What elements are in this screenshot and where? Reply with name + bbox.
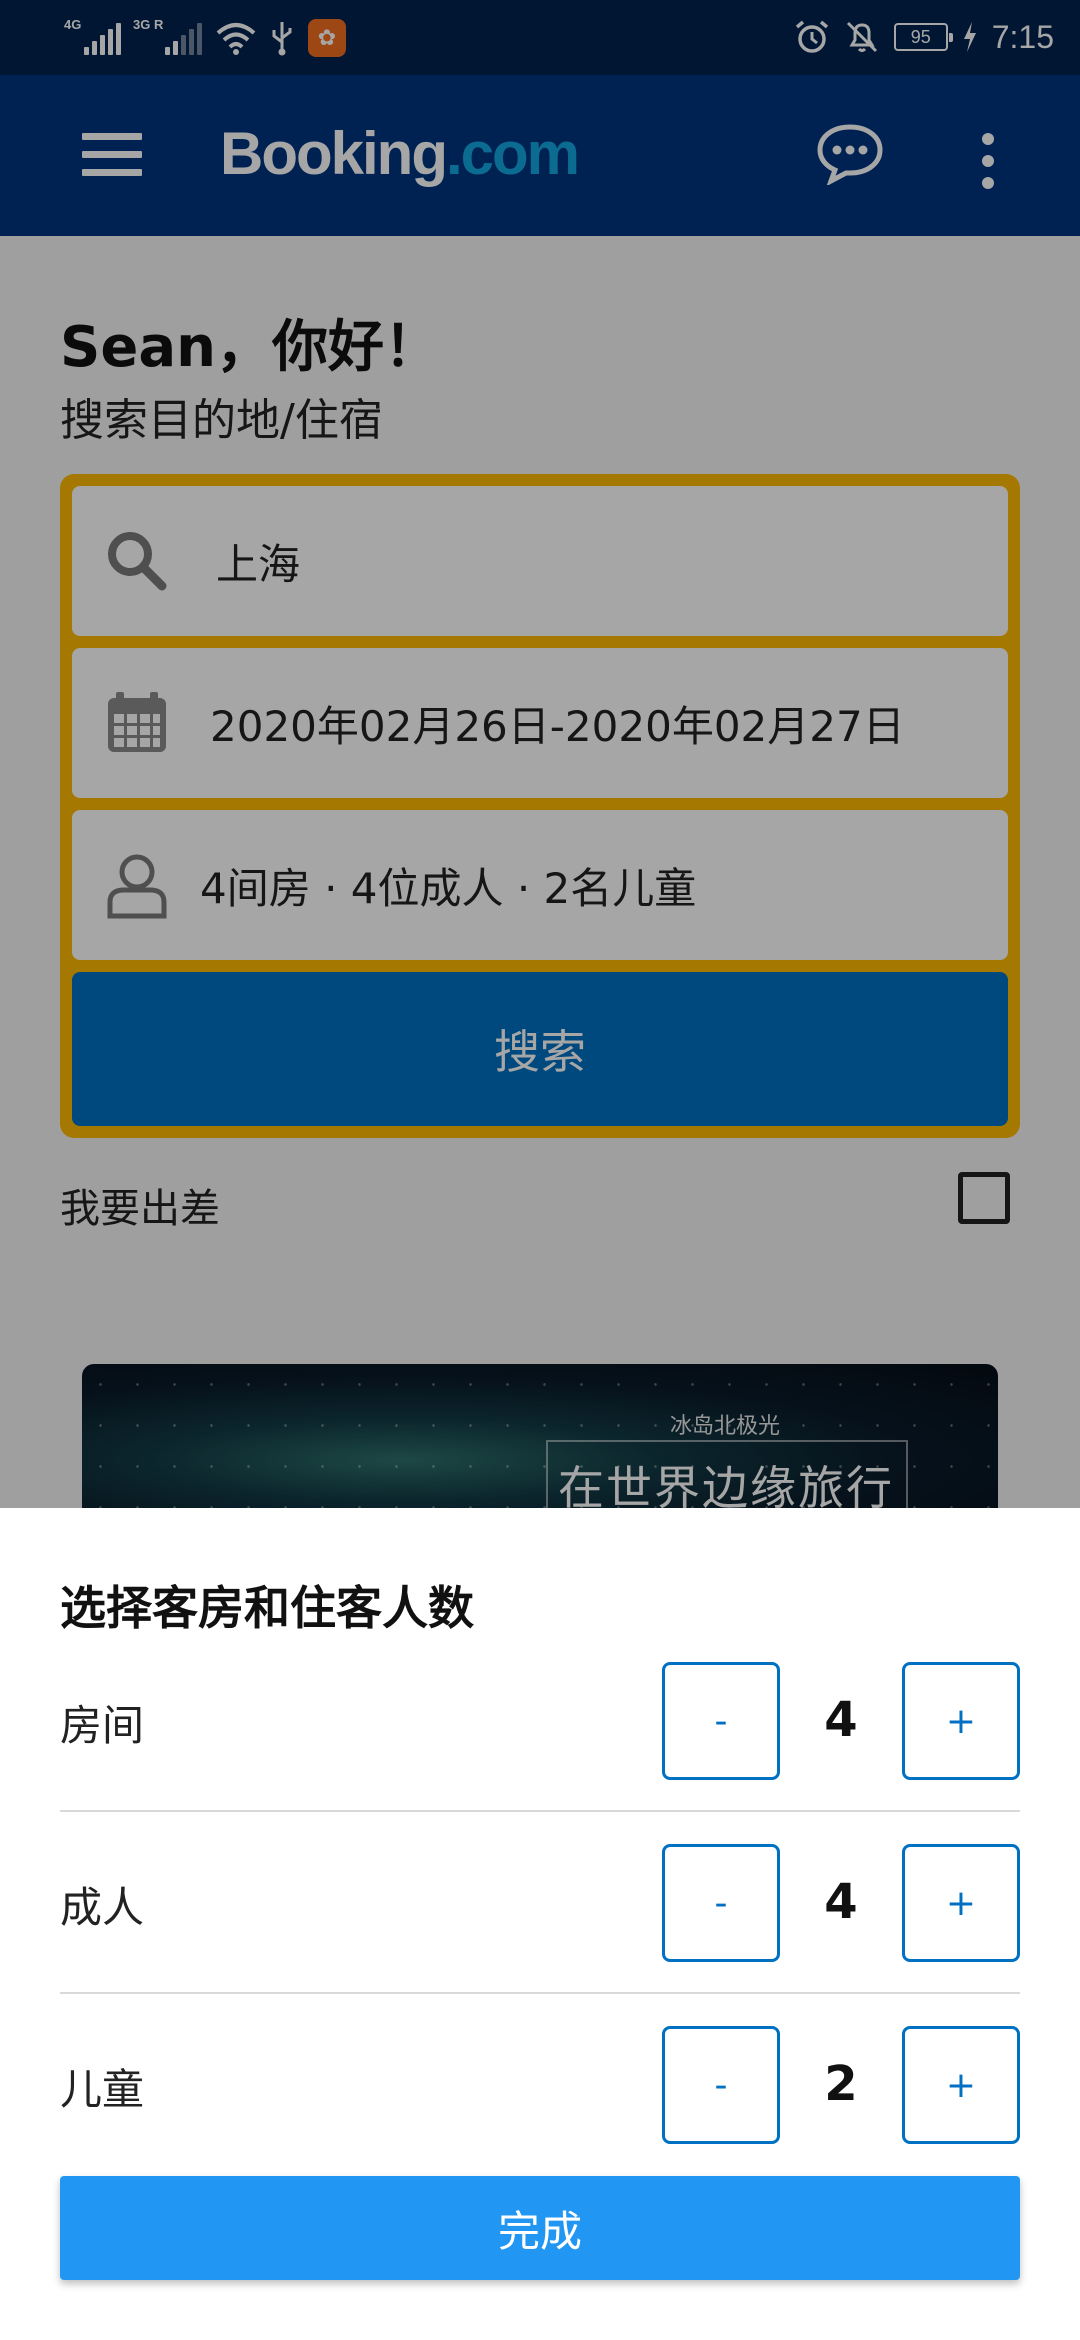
adults-row: 成人 - 4 + [60,1812,1020,1994]
rooms-increase-button[interactable]: + [902,1662,1020,1780]
rooms-label: 房间 [60,1701,145,1750]
done-button[interactable]: 完成 [60,2176,1020,2280]
children-increase-button[interactable]: + [902,2026,1020,2144]
rooms-decrease-button[interactable]: - [662,1662,780,1780]
rooms-count: 4 [824,1692,858,1748]
sheet-title: 选择客房和住客人数 [60,1581,474,1635]
adults-label: 成人 [60,1883,145,1932]
room-guest-sheet: 选择客房和住客人数 房间 - 4 + 成人 - 4 + 儿童 - 2 + 完成 [0,1508,1080,2340]
children-row: 儿童 - 2 + [60,1994,1020,2176]
children-decrease-button[interactable]: - [662,2026,780,2144]
adults-increase-button[interactable]: + [902,1844,1020,1962]
children-label: 儿童 [60,2065,145,2114]
rooms-row: 房间 - 4 + [60,1630,1020,1812]
modal-overlay[interactable] [0,0,1080,1508]
children-count: 2 [824,2056,858,2112]
adults-decrease-button[interactable]: - [662,1844,780,1962]
adults-count: 4 [824,1874,858,1930]
